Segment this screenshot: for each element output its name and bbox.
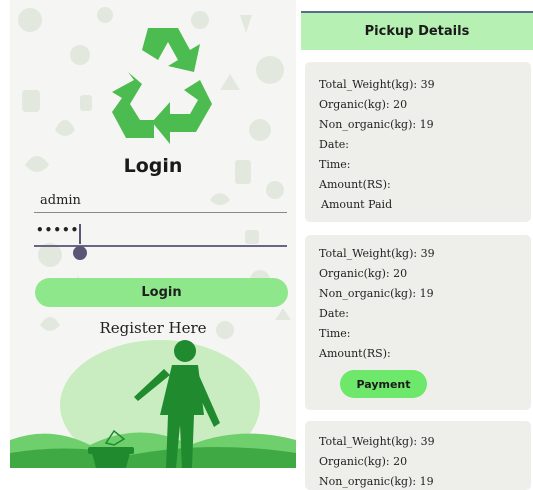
organic-text: Organic(kg): 20 xyxy=(319,267,408,280)
page-title: Pickup Details xyxy=(364,24,470,39)
person-throwing-trash-icon xyxy=(10,340,296,468)
pickup-header: Pickup Details xyxy=(301,11,533,50)
login-screen: Login admin ••••• Login Register Here xyxy=(10,0,296,468)
payment-status-text: Amount Paid xyxy=(321,198,393,211)
text-selection-handle[interactable] xyxy=(73,246,87,260)
text-cursor xyxy=(79,224,81,244)
date-text: Date: xyxy=(319,307,350,320)
non-organic-text: Non_organic(kg): 19 xyxy=(319,118,434,131)
amount-text: Amount(RS): xyxy=(319,347,391,360)
recycle-logo-icon xyxy=(112,28,212,144)
amount-text: Amount(RS): xyxy=(319,178,391,191)
organic-text: Organic(kg): 20 xyxy=(319,98,408,111)
total-weight-text: Total_Weight(kg): 39 xyxy=(319,435,435,448)
pickup-card: Total_Weight(kg): 39 Organic(kg): 20 Non… xyxy=(305,421,531,490)
username-field[interactable]: admin xyxy=(40,193,81,208)
pickup-card: Total_Weight(kg): 39 Organic(kg): 20 Non… xyxy=(305,235,531,410)
username-underline xyxy=(34,212,287,213)
total-weight-text: Total_Weight(kg): 39 xyxy=(319,78,435,91)
non-organic-text: Non_organic(kg): 19 xyxy=(319,287,434,300)
pickup-details-screen: Pickup Details Total_Weight(kg): 39 Orga… xyxy=(301,0,533,490)
total-weight-text: Total_Weight(kg): 39 xyxy=(319,247,435,260)
login-title: Login xyxy=(123,155,183,177)
date-text: Date: xyxy=(319,138,350,151)
organic-text: Organic(kg): 20 xyxy=(319,455,408,468)
password-field[interactable]: ••••• xyxy=(36,223,79,237)
login-button[interactable]: Login xyxy=(35,278,288,307)
pickup-card: Total_Weight(kg): 39 Organic(kg): 20 Non… xyxy=(305,62,531,222)
time-text: Time: xyxy=(319,158,351,171)
non-organic-text: Non_organic(kg): 19 xyxy=(319,475,434,488)
password-underline xyxy=(34,245,287,247)
time-text: Time: xyxy=(319,327,351,340)
payment-button[interactable]: Payment xyxy=(340,370,427,398)
